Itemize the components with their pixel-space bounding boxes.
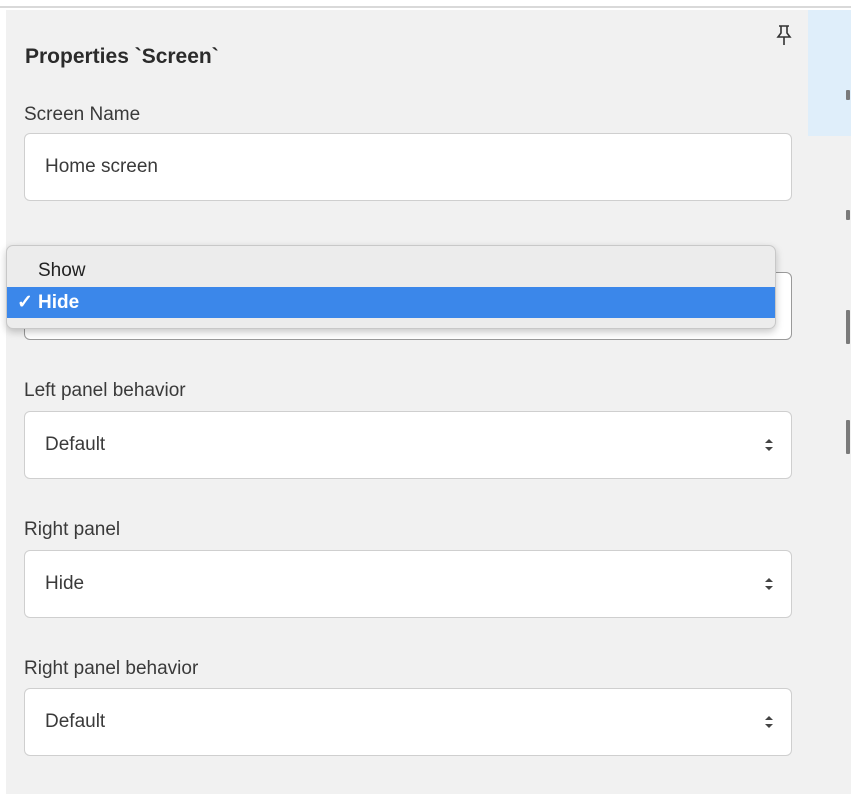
- panel-title: Properties `Screen`: [25, 45, 219, 68]
- option-label: Show: [38, 260, 86, 281]
- right-strip-mark: [846, 210, 850, 220]
- screen-name-value: Home screen: [45, 156, 158, 177]
- left-panel-behavior-select[interactable]: Default: [24, 411, 792, 479]
- top-divider: [0, 0, 851, 8]
- screen-name-input[interactable]: Home screen: [24, 133, 792, 201]
- right-panel-label: Right panel: [24, 519, 121, 540]
- option-label: Hide: [38, 292, 80, 313]
- updown-caret-icon: [765, 578, 773, 590]
- checkmark-icon: ✓: [17, 292, 33, 313]
- right-side-strip: [808, 10, 851, 794]
- left-panel-behavior-label: Left panel behavior: [24, 380, 186, 401]
- left-panel-behavior-value: Default: [45, 434, 106, 455]
- right-strip-mark: [846, 310, 850, 344]
- right-panel-behavior-label: Right panel behavior: [24, 658, 199, 679]
- dropdown-option-hide[interactable]: ✓ Hide: [7, 287, 775, 318]
- left-panel-dropdown-menu: Show ✓ Hide: [6, 245, 776, 329]
- right-panel-behavior-value: Default: [45, 711, 106, 732]
- right-strip-highlight: [808, 10, 851, 136]
- screen-name-label: Screen Name: [24, 104, 141, 125]
- right-panel-value: Hide: [45, 573, 85, 594]
- dropdown-option-show[interactable]: Show: [7, 255, 775, 286]
- updown-caret-icon: [765, 716, 773, 728]
- right-panel-behavior-select[interactable]: Default: [24, 688, 792, 756]
- updown-caret-icon: [765, 439, 773, 451]
- right-strip-mark: [846, 420, 850, 454]
- right-strip-mark: [846, 90, 850, 100]
- right-panel-select[interactable]: Hide: [24, 550, 792, 618]
- pin-icon[interactable]: [775, 25, 793, 47]
